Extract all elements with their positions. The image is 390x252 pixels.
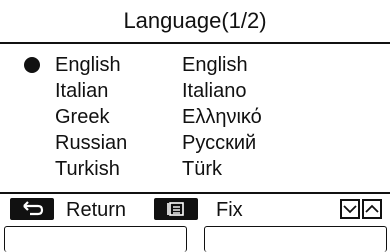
language-native-name: Italiano: [182, 80, 247, 102]
language-list: English English Italian Italiano Greek Ε…: [0, 52, 390, 182]
language-native-name: Türk: [182, 158, 222, 180]
right-function-slot: [204, 226, 387, 252]
language-native-name: Русский: [182, 132, 257, 154]
return-button[interactable]: [10, 198, 54, 220]
language-english-name: Greek: [55, 106, 110, 128]
fix-label: Fix: [216, 199, 243, 221]
language-row-greek[interactable]: Greek Ελληνικό: [0, 104, 390, 130]
title-divider: [0, 42, 390, 44]
language-english-name: English: [55, 54, 121, 76]
language-english-name: Russian: [55, 132, 128, 154]
selected-bullet-icon: [24, 57, 40, 73]
left-function-slot: [4, 226, 187, 252]
return-arrow-icon: [23, 201, 44, 216]
language-native-name: English: [182, 54, 248, 76]
menu-list-icon: [167, 202, 184, 216]
fix-button[interactable]: [154, 198, 198, 220]
return-label: Return: [66, 199, 127, 221]
language-row-italian[interactable]: Italian Italiano: [0, 78, 390, 104]
language-row-english[interactable]: English English: [0, 52, 390, 78]
language-native-name: Ελληνικό: [182, 106, 262, 128]
footer-bar: Return Fix: [0, 198, 390, 222]
page-title: Language(1/2): [123, 8, 267, 33]
footer-divider: [0, 192, 390, 194]
chevron-up-icon: [365, 204, 379, 213]
scroll-down-button[interactable]: [340, 199, 360, 219]
language-row-turkish[interactable]: Turkish Türk: [0, 156, 390, 182]
language-english-name: Italian: [55, 80, 109, 102]
chevron-down-icon: [343, 205, 357, 214]
language-row-russian[interactable]: Russian Русский: [0, 130, 390, 156]
language-english-name: Turkish: [55, 158, 120, 180]
scroll-up-button[interactable]: [362, 199, 382, 219]
